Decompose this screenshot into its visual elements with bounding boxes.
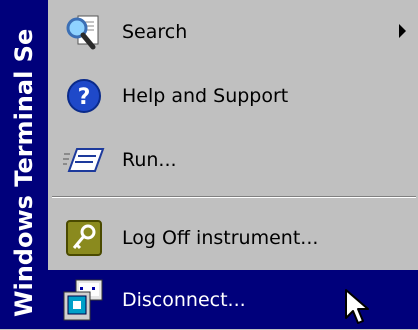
help-icon: ? xyxy=(62,74,106,118)
disconnect-icon xyxy=(62,278,106,322)
menu-item-label: Help and Support xyxy=(122,85,289,107)
menu-separator xyxy=(52,196,416,198)
start-menu-banner: Windows Terminal Se xyxy=(0,0,48,329)
svg-text:?: ? xyxy=(78,85,91,110)
menu-item-search[interactable]: Search xyxy=(48,0,418,64)
mouse-pointer-icon xyxy=(344,288,372,330)
menu-item-log-off[interactable]: Log Off instrument... xyxy=(48,206,418,270)
menu-item-label: Search xyxy=(122,21,188,43)
banner-text: Windows Terminal Se xyxy=(10,28,38,317)
menu-item-label: Log Off instrument... xyxy=(122,227,319,249)
start-menu: Search ? Help and Support Run... Log Off… xyxy=(48,0,418,329)
search-icon xyxy=(62,10,106,54)
menu-item-label: Disconnect... xyxy=(122,288,246,311)
menu-item-help-and-support[interactable]: ? Help and Support xyxy=(48,64,418,128)
run-icon xyxy=(62,138,106,182)
menu-item-label: Run... xyxy=(122,149,177,171)
menu-item-run[interactable]: Run... xyxy=(48,128,418,192)
log-off-icon xyxy=(62,216,106,260)
submenu-arrow-icon xyxy=(399,24,406,38)
